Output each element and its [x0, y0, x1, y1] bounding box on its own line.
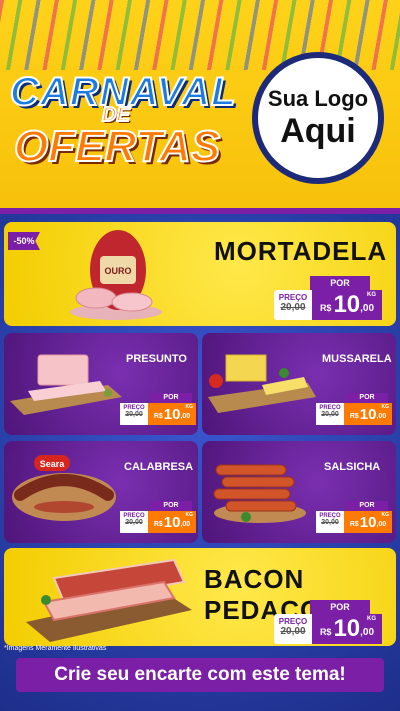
- price-dec: ,00: [376, 413, 387, 420]
- currency: R$: [349, 521, 359, 528]
- discount-badge: -50%: [8, 232, 40, 250]
- old-price: 20,00: [280, 626, 306, 637]
- product-name-calabresa: CALABRESA: [124, 461, 194, 473]
- price-dec: ,00: [180, 413, 191, 420]
- currency: R$: [349, 413, 359, 420]
- old-price-box: PREÇO 20,00: [120, 511, 148, 533]
- unit-kg: KG: [367, 292, 376, 298]
- old-price: 20,00: [125, 411, 143, 418]
- price-int: 10: [163, 513, 181, 531]
- salsicha-image: [213, 464, 306, 523]
- price-int: 10: [359, 405, 377, 423]
- new-price: R$ 10 ,00 KG: [312, 614, 382, 644]
- logo-placeholder[interactable]: Sua Logo Aqui: [252, 52, 384, 184]
- currency: R$: [319, 303, 332, 313]
- new-price: R$ 10 ,00 KG: [148, 403, 196, 425]
- old-price-box: PREÇO 20,00: [316, 511, 344, 533]
- calabresa-image: Seara: [12, 455, 116, 521]
- price-tag-presunto: POR PREÇO 20,00 R$ 10 ,00 KG: [120, 393, 196, 427]
- product-name-mortadela: MORTADELA: [214, 236, 388, 266]
- unit-kg: KG: [367, 616, 376, 622]
- old-price: 20,00: [280, 302, 306, 313]
- product-card-bacon[interactable]: BACON PEDAÇO POR PREÇO 20,00 R$ 10 ,00 K…: [4, 548, 396, 646]
- mortadela-image: OURO: [70, 230, 162, 320]
- price-int: 10: [163, 405, 181, 423]
- product-card-calabresa[interactable]: Seara CALABRESA POR PREÇO 20,00 R$ 10 ,0…: [4, 441, 198, 543]
- carnaval-title-logo: CARNAVAL DE OFERTAS: [6, 62, 246, 202]
- por-label: POR: [150, 501, 192, 511]
- currency: R$: [153, 521, 163, 528]
- price-dec: ,00: [180, 521, 191, 528]
- price-int: 10: [333, 291, 361, 318]
- price-label: PREÇO: [278, 617, 308, 626]
- price-tag-mussarela: POR PREÇO 20,00 R$ 10 ,00 KG: [316, 393, 392, 427]
- old-price: 20,00: [321, 519, 339, 526]
- old-price-box: PREÇO 20,00: [274, 290, 312, 320]
- new-price: R$ 10 ,00 KG: [344, 511, 392, 533]
- por-label: POR: [346, 501, 388, 511]
- disclaimer-footnote: *Imagens Meramente Ilustrativas: [4, 645, 107, 652]
- logo-text-1: Sua Logo: [267, 86, 369, 111]
- por-label: POR: [310, 600, 370, 614]
- price-dec: ,00: [360, 302, 375, 314]
- product-name-mussarela: MUSSARELA: [322, 353, 392, 365]
- price-dec: ,00: [360, 626, 375, 638]
- create-flyer-banner[interactable]: Crie seu encarte com este tema!: [16, 658, 384, 692]
- bacon-image: [26, 558, 192, 642]
- brand-ouro: OURO: [105, 266, 132, 276]
- new-price: R$ 10 ,00 KG: [148, 511, 196, 533]
- currency: R$: [153, 413, 163, 420]
- product-name-salsicha: SALSICHA: [324, 461, 381, 473]
- price-dec: ,00: [376, 521, 387, 528]
- price-int: 10: [333, 615, 361, 642]
- old-price: 20,00: [321, 411, 339, 418]
- price-label: PREÇO: [278, 293, 308, 302]
- new-price: R$ 10 ,00 KG: [344, 403, 392, 425]
- product-name-presunto: PRESUNTO: [126, 353, 187, 365]
- old-price: 20,00: [125, 519, 143, 526]
- price-tag-salsicha: POR PREÇO 20,00 R$ 10 ,00 KG: [316, 501, 392, 535]
- mussarela-image: [208, 354, 316, 413]
- presunto-image: [10, 354, 122, 415]
- product-card-mortadela[interactable]: OURO MORTADELA POR PREÇO 20,00 R$ 10 ,00…: [4, 222, 396, 326]
- por-label: POR: [346, 393, 388, 403]
- unit-kg: KG: [381, 404, 390, 410]
- new-price: R$ 10 ,00 KG: [312, 290, 382, 320]
- old-price-box: PREÇO 20,00: [316, 403, 344, 425]
- product-card-mussarela[interactable]: MUSSARELA POR PREÇO 20,00 R$ 10 ,00 KG: [202, 333, 396, 435]
- unit-kg: KG: [185, 404, 194, 410]
- old-price-box: PREÇO 20,00: [274, 614, 312, 644]
- title-line-3: OFERTAS: [13, 121, 221, 172]
- price-tag-calabresa: POR PREÇO 20,00 R$ 10 ,00 KG: [120, 501, 196, 535]
- unit-kg: KG: [185, 512, 194, 518]
- old-price-box: PREÇO 20,00: [120, 403, 148, 425]
- por-label: POR: [310, 276, 370, 290]
- brand-seara: Seara: [40, 459, 66, 469]
- price-tag-bacon: POR PREÇO 20,00 R$ 10 ,00 KG: [274, 600, 390, 646]
- por-label: POR: [150, 393, 192, 403]
- price-int: 10: [359, 513, 377, 531]
- price-tag-mortadela: POR PREÇO 20,00 R$ 10 ,00 KG: [274, 276, 390, 322]
- product-card-salsicha[interactable]: SALSICHA POR PREÇO 20,00 R$ 10 ,00 KG: [202, 441, 396, 543]
- product-card-presunto[interactable]: PRESUNTO POR PREÇO 20,00 R$ 10 ,00 KG: [4, 333, 198, 435]
- logo-text-2: Aqui: [280, 112, 356, 150]
- currency: R$: [319, 627, 332, 637]
- unit-kg: KG: [381, 512, 390, 518]
